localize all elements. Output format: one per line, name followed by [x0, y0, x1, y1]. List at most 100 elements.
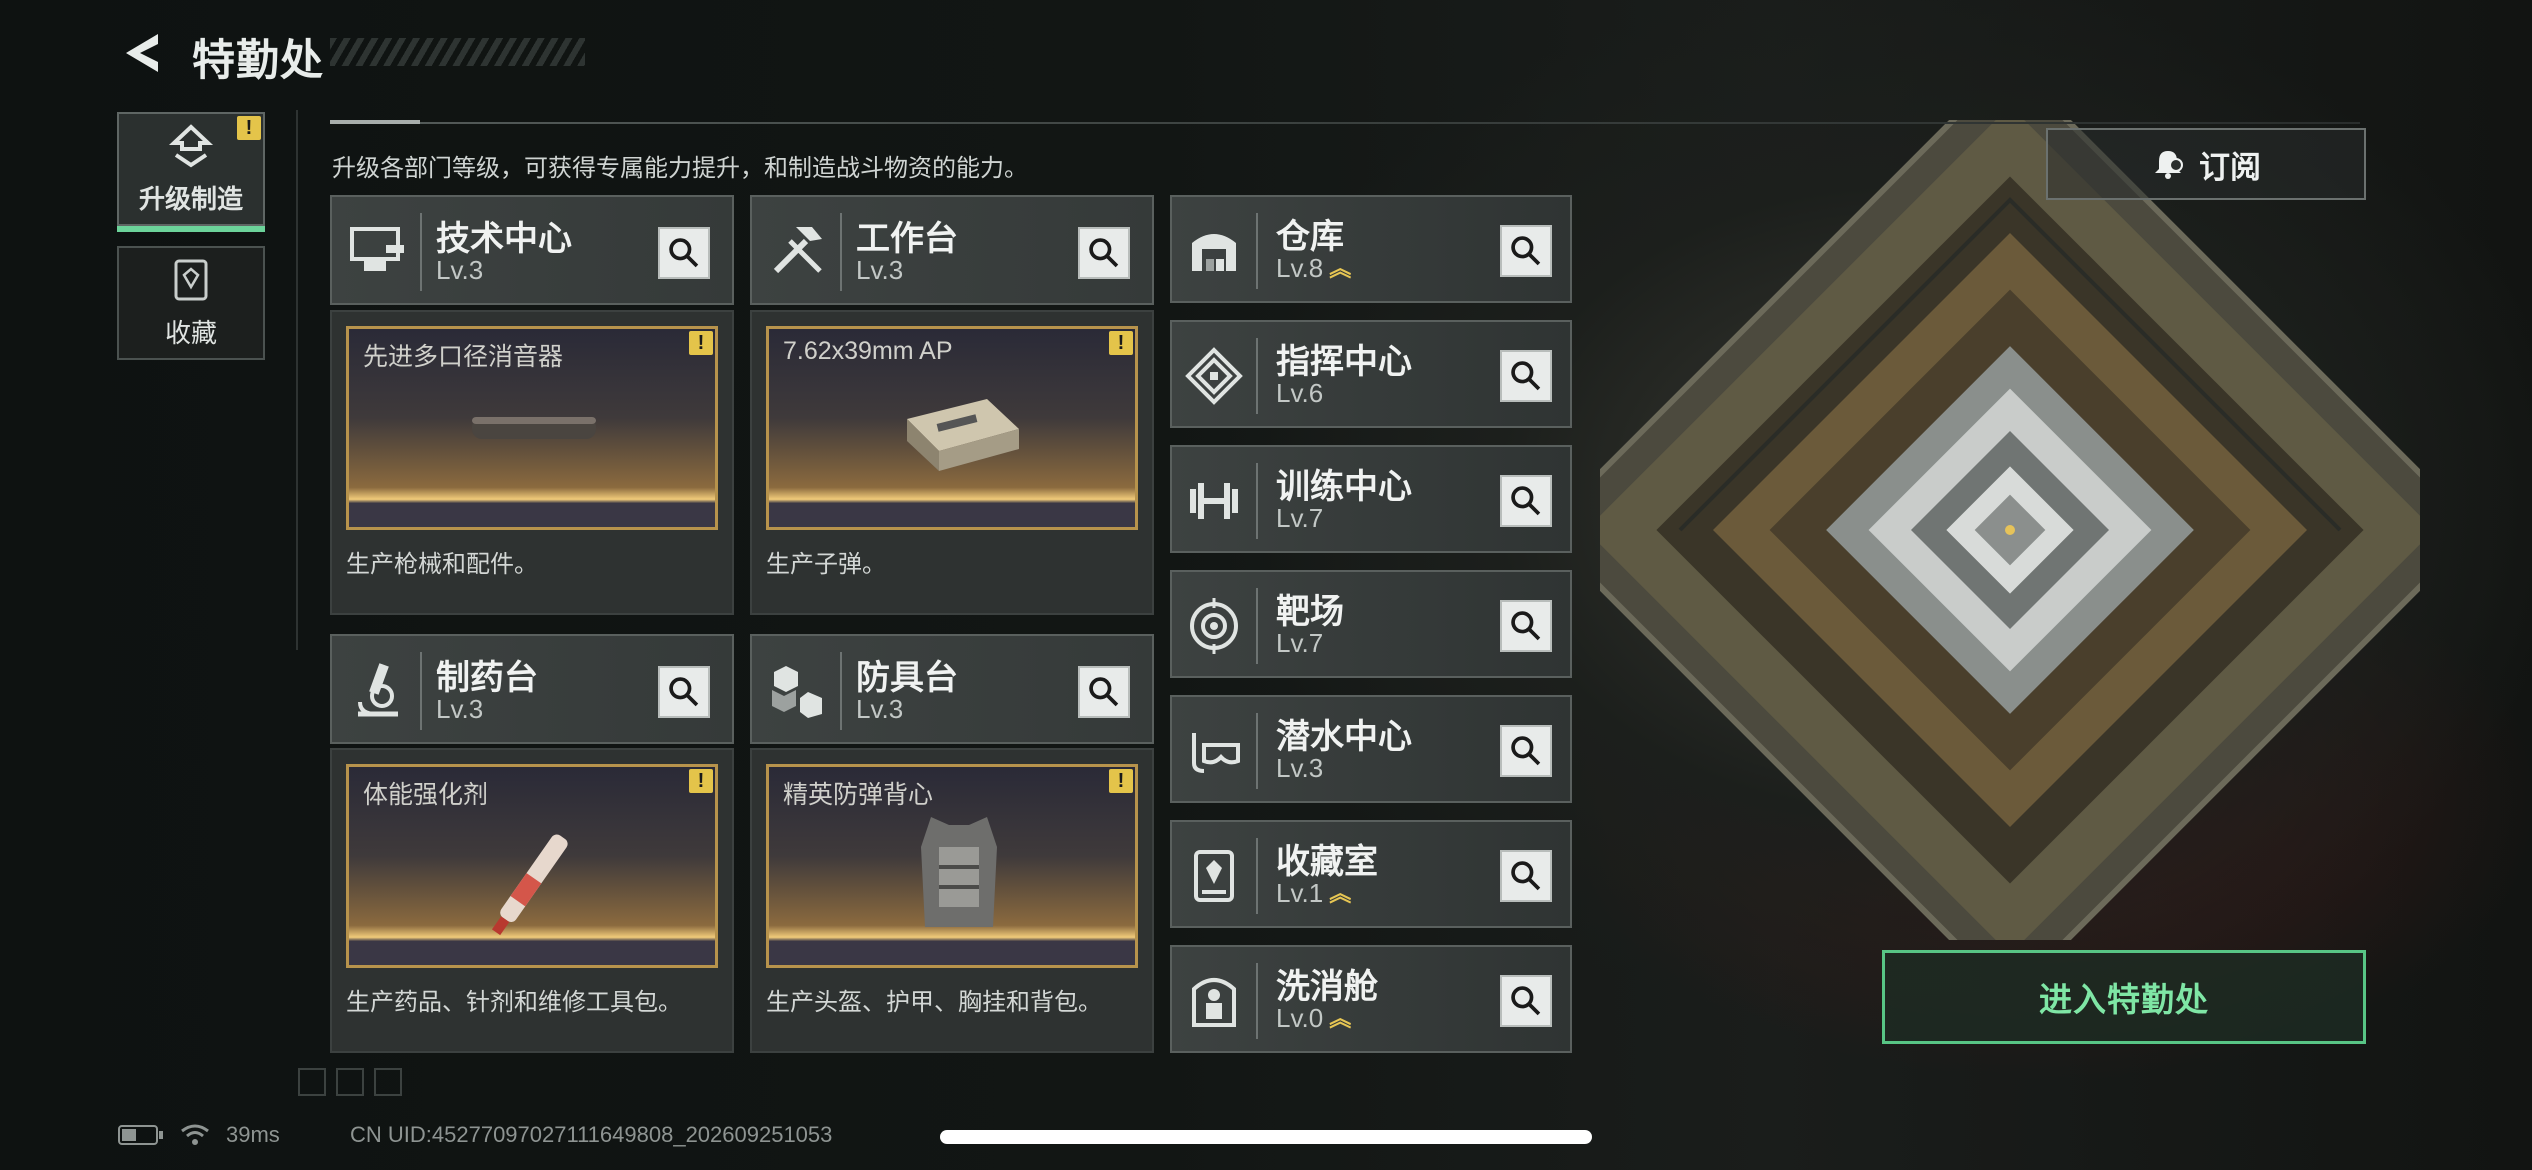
station-workbench-body: 7.62x39mm AP ! 生产子弹。 [750, 310, 1154, 615]
header-divider-line [420, 213, 422, 291]
product-description: 生产头盔、护甲、胸挂和背包。 [766, 989, 1102, 1016]
warehouse-icon [1192, 234, 1236, 271]
station-level: Lv.3 [436, 694, 483, 725]
alert-badge: ! [1109, 331, 1133, 355]
level-text: Lv.8 [1276, 253, 1324, 283]
product-slot[interactable]: 精英防弹背心 ! [766, 764, 1138, 968]
facility-level: Lv.7 [1276, 628, 1323, 659]
level-text: Lv.3 [856, 255, 904, 285]
facility-command-center[interactable]: 指挥中心 Lv.6 [1170, 320, 1572, 428]
armor-vest-image [921, 817, 997, 927]
facility-decon-chamber[interactable]: 洗消舱 Lv.0 ︽ [1170, 945, 1572, 1053]
minor-control [298, 1068, 326, 1096]
search-icon[interactable] [658, 666, 710, 718]
armor-bench-icon [772, 666, 822, 718]
tab-collection[interactable]: 收藏 [117, 246, 265, 360]
product-name: 精英防弹背心 [783, 781, 934, 809]
upgrade-icon [168, 123, 214, 167]
back-arrow-icon[interactable] [118, 28, 168, 78]
level-text: Lv.6 [1276, 378, 1324, 408]
station-armor-bench[interactable]: 防具台 Lv.3 [750, 634, 1154, 744]
level-text: Lv.7 [1276, 628, 1324, 658]
level-text: Lv.3 [436, 694, 484, 724]
bell-icon [2155, 151, 2183, 179]
header-divider-line [1256, 588, 1258, 664]
search-icon[interactable] [1500, 350, 1552, 402]
training-center-icon [1190, 483, 1238, 519]
header-divider-line [1256, 713, 1258, 789]
facility-collection-room[interactable]: 收藏室 Lv.1 ︽ [1170, 820, 1572, 928]
product-slot[interactable]: 先进多口径消音器 ! [346, 326, 718, 530]
station-tech-center[interactable]: 技术中心 Lv.3 [330, 195, 734, 305]
header-divider-line [1256, 338, 1258, 414]
facility-warehouse[interactable]: 仓库 Lv.8 ︽ [1170, 195, 1572, 303]
tech-center-icon [350, 227, 404, 271]
page-title: 特勤处 [192, 37, 324, 85]
home-indicator[interactable] [940, 1130, 1592, 1144]
stimulant-injector-image [491, 834, 568, 936]
product-name: 先进多口径消音器 [363, 343, 564, 371]
ammo-box-image [907, 399, 1019, 471]
header-divider-line [1256, 963, 1258, 1039]
search-icon[interactable] [1078, 227, 1130, 279]
facility-name: 靶场 [1276, 593, 1344, 631]
search-icon[interactable] [1078, 666, 1130, 718]
station-level: Lv.3 [856, 255, 903, 286]
search-icon[interactable] [658, 227, 710, 279]
header-divider-accent [330, 120, 420, 124]
facility-training-center[interactable]: 训练中心 Lv.7 [1170, 445, 1572, 553]
station-tech-center-body: 先进多口径消音器 ! 生产枪械和配件。 [330, 310, 734, 615]
station-name: 技术中心 [436, 220, 572, 258]
product-slot[interactable]: 体能强化剂 ! [346, 764, 718, 968]
search-icon[interactable] [1500, 850, 1552, 902]
search-icon[interactable] [1500, 225, 1552, 277]
station-pharmacy-body: 体能强化剂 ! 生产药品、针剂和维修工具包。 [330, 748, 734, 1053]
product-description: 生产枪械和配件。 [346, 551, 538, 578]
facility-level: Lv.0 ︽ [1276, 1003, 1351, 1034]
minor-controls [298, 1068, 402, 1096]
subscribe-button[interactable]: 订阅 [2046, 128, 2366, 200]
product-name: 7.62x39mm AP [783, 337, 953, 365]
diving-center-icon [1192, 733, 1240, 773]
level-text: Lv.3 [856, 694, 904, 724]
alert-badge: ! [237, 116, 261, 140]
search-icon[interactable] [1500, 725, 1552, 777]
facility-shooting-range[interactable]: 靶场 Lv.7 [1170, 570, 1572, 678]
search-icon[interactable] [1500, 475, 1552, 527]
station-armor-bench-body: 精英防弹背心 ! 生产头盔、护甲、胸挂和背包。 [750, 748, 1154, 1053]
shooting-range-icon [1190, 598, 1238, 654]
status-bar: 39ms [118, 1122, 280, 1148]
minor-control [374, 1068, 402, 1096]
facility-name: 收藏室 [1276, 843, 1378, 881]
search-icon[interactable] [1500, 975, 1552, 1027]
facility-name: 潜水中心 [1276, 718, 1412, 756]
facility-name: 洗消舱 [1276, 968, 1378, 1006]
collection-icon [174, 259, 208, 300]
product-slot[interactable]: 7.62x39mm AP ! [766, 326, 1138, 530]
command-center-icon [1185, 347, 1243, 405]
station-level: Lv.3 [436, 255, 483, 286]
level-text: Lv.1 [1276, 878, 1324, 908]
page-subtitle: 升级各部门等级，可获得专属能力提升，和制造战斗物资的能力。 [332, 155, 1028, 182]
upgrade-available-icon: ︽ [1329, 255, 1352, 281]
facility-diving-center[interactable]: 潜水中心 Lv.3 [1170, 695, 1572, 803]
header-divider-line [840, 652, 842, 730]
header-divider [330, 122, 2360, 124]
battery-icon [118, 1125, 163, 1145]
upgrade-available-icon: ︽ [1329, 1005, 1352, 1031]
subscribe-label: 订阅 [2199, 149, 2261, 185]
minor-control [336, 1068, 364, 1096]
search-icon[interactable] [1500, 600, 1552, 652]
collection-room-icon [1194, 850, 1234, 902]
product-name: 体能强化剂 [363, 781, 489, 809]
upgrade-available-icon: ︽ [1329, 880, 1352, 906]
enter-special-ops-button[interactable]: 进入特勤处 [1882, 950, 2366, 1044]
station-workbench[interactable]: 工作台 Lv.3 [750, 195, 1154, 305]
tab-collection-label: 收藏 [164, 317, 217, 348]
alert-badge: ! [689, 331, 713, 355]
ping-value: 39ms [226, 1122, 280, 1147]
tab-upgrade-craft[interactable]: 升级制造 ! [117, 112, 265, 232]
sidebar-divider [296, 110, 298, 650]
header-divider-line [840, 213, 842, 291]
station-pharmacy[interactable]: 制药台 Lv.3 [330, 634, 734, 744]
